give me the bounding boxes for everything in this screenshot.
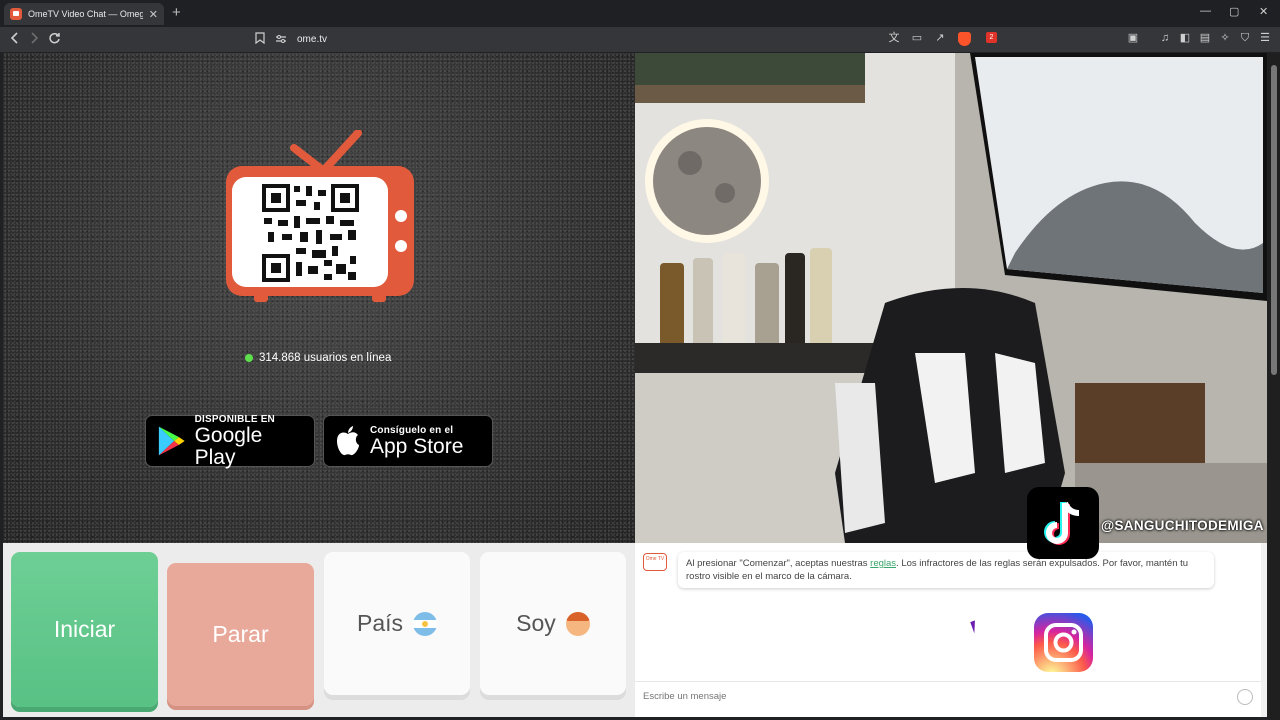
sidebar-icon[interactable]: ◧: [1179, 32, 1191, 44]
rules-link[interactable]: reglas: [870, 558, 896, 569]
gender-label: Soy: [516, 610, 556, 636]
emoji-icon[interactable]: [1237, 689, 1253, 705]
message-text-before: Al presionar "Comenzar", aceptas nuestra…: [686, 558, 871, 569]
system-message: Al presionar "Comenzar", aceptas nuestra…: [678, 552, 1214, 588]
menu-icon[interactable]: ☰: [1259, 32, 1271, 44]
page-scrollbar[interactable]: [1268, 53, 1280, 720]
bookmark-icon[interactable]: [255, 31, 265, 49]
google-play-big: Google Play: [194, 423, 263, 469]
tab-title: OmeTV Video Chat — Omegle: [28, 9, 143, 19]
brave-shield-icon[interactable]: [958, 32, 971, 46]
tab-ometv[interactable]: OmeTV Video Chat — Omegle ✕: [4, 3, 164, 25]
stop-button[interactable]: Parar: [167, 563, 314, 706]
start-button[interactable]: Iniciar: [11, 552, 158, 707]
chat-panel: Ome TV Al presionar "Comenzar", aceptas …: [635, 543, 1261, 717]
online-count: 314.868 usuarios en línea: [259, 352, 392, 364]
scrollbar-thumb[interactable]: [1271, 65, 1277, 375]
app-store-big: App Store: [370, 434, 464, 458]
address-bar: ome.tv 文 ▭ ↗ ▣ ♫ ◧ ▤ ✧ ⛉ ☰: [0, 27, 1280, 52]
argentina-flag-icon: [413, 611, 438, 636]
online-users: 314.868 usuarios en línea: [245, 352, 391, 364]
forward-icon[interactable]: [28, 31, 40, 48]
instagram-logo-icon: [1034, 613, 1093, 672]
new-tab-button[interactable]: +: [172, 4, 181, 21]
google-play-button[interactable]: DISPONIBLE EN Google Play: [145, 413, 315, 469]
google-play-icon: [158, 426, 185, 456]
tab-bar: OmeTV Video Chat — Omegle ✕ + — ▢ ✕: [0, 0, 1280, 27]
app-store-small: Consíguelo en el: [370, 424, 454, 436]
back-icon[interactable]: [9, 31, 21, 48]
reload-icon[interactable]: [48, 31, 61, 48]
close-window-icon[interactable]: ✕: [1259, 5, 1268, 18]
share-icon[interactable]: ↗: [934, 32, 946, 44]
online-status-icon: [245, 354, 253, 362]
media-icon[interactable]: ♫: [1159, 32, 1171, 44]
google-play-small: DISPONIBLE EN: [194, 413, 275, 425]
chat-input-bar: [635, 681, 1261, 711]
partner-camera-feed: [635, 53, 1267, 543]
vpn-icon[interactable]: ⛉: [1239, 32, 1251, 44]
ometv-chat-icon: Ome TV: [643, 553, 667, 571]
close-tab-icon[interactable]: ✕: [149, 8, 158, 21]
url-text: ome.tv: [297, 34, 328, 45]
boy-face-icon: [565, 611, 590, 636]
gender-button[interactable]: Soy: [480, 552, 626, 695]
rewards-icon[interactable]: 2: [986, 32, 997, 43]
country-button[interactable]: País: [324, 552, 470, 695]
minimize-icon[interactable]: —: [1200, 5, 1211, 17]
tiktok-logo-icon: [1027, 487, 1099, 559]
ometv-qr-logo: [226, 130, 414, 302]
cast-icon[interactable]: ▭: [911, 32, 923, 44]
site-settings-icon[interactable]: [275, 31, 287, 49]
local-video-panel: 314.868 usuarios en línea DISPONIBLE EN …: [3, 53, 635, 543]
translate-icon[interactable]: 文: [888, 32, 900, 44]
maximize-icon[interactable]: ▢: [1229, 5, 1239, 18]
leo-icon[interactable]: ✧: [1219, 32, 1231, 44]
screenshot-icon[interactable]: ▣: [1127, 32, 1139, 44]
partner-video-panel: [635, 53, 1267, 543]
app-store-button[interactable]: Consíguelo en el App Store: [323, 415, 493, 467]
control-panel: Iniciar Parar País Soy: [3, 543, 635, 717]
wallet-icon[interactable]: ▤: [1199, 32, 1211, 44]
ometv-favicon-icon: [10, 8, 22, 20]
message-input[interactable]: [643, 691, 1203, 702]
url-field[interactable]: ome.tv: [255, 30, 995, 49]
apple-icon: [337, 426, 359, 456]
tiktok-handle: @SANGUCHITODEMIGA: [1101, 518, 1264, 533]
country-label: País: [356, 610, 404, 636]
